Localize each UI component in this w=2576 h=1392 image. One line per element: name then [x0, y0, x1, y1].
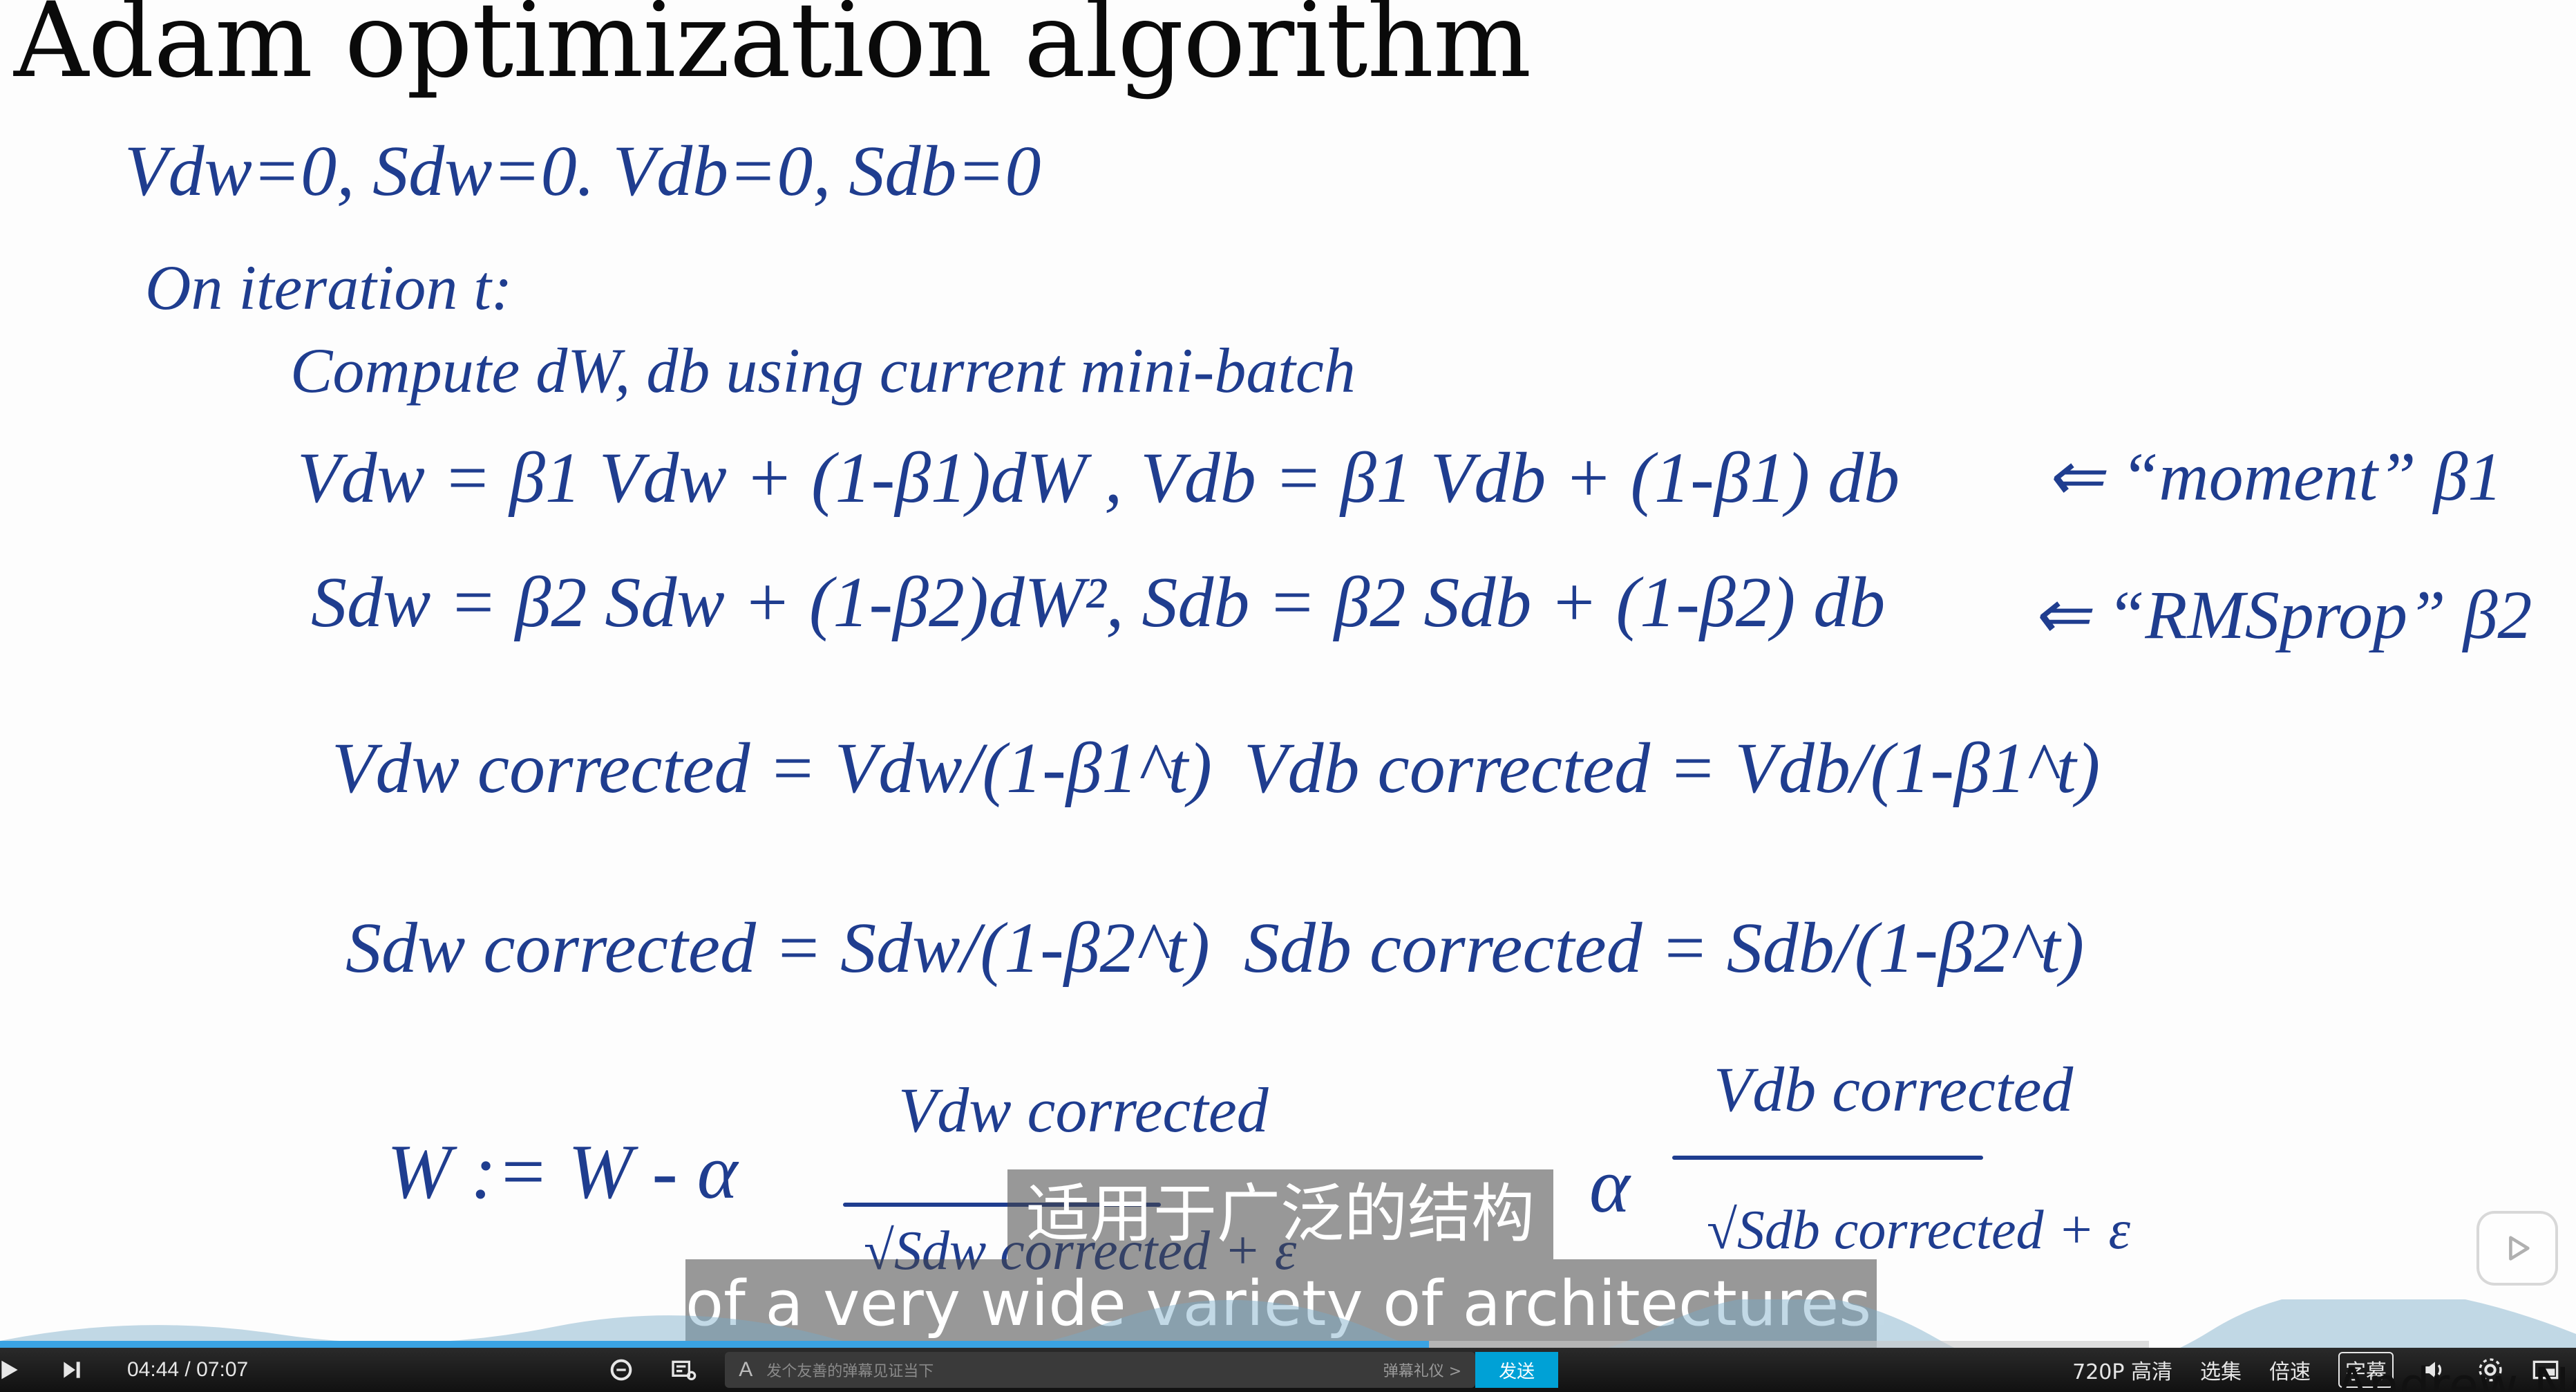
math-alpha: α: [1589, 1143, 1630, 1229]
video-frame[interactable]: Adam optimization algorithm Vdw=0, Sdw=0…: [0, 0, 2576, 1392]
math-s-corrected-dw: Sdw corrected = Sdw/(1-β2^t): [345, 908, 1210, 988]
progress-bar[interactable]: [0, 1341, 2149, 1348]
skip-next-icon: [64, 1362, 80, 1378]
send-button[interactable]: 发送: [1475, 1352, 1559, 1388]
play-button[interactable]: [0, 1348, 23, 1392]
speed-button[interactable]: 倍速: [2269, 1355, 2311, 1385]
total-time: 07:07: [196, 1358, 249, 1381]
player-control-bar: 04:44 / 07:07 A 发个友善的弹幕见证当下 弹幕礼仪 > 发送 72…: [0, 1348, 2576, 1392]
floating-play-button[interactable]: [2476, 1211, 2558, 1286]
math-w-update: W := W - α: [387, 1129, 738, 1215]
episodes-button[interactable]: 选集: [2200, 1355, 2242, 1385]
progress-fill: [0, 1341, 1430, 1348]
math-v-update: Vdw = β1 Vdw + (1-β1)dW , Vdb = β1 Vdb +…: [297, 438, 1900, 518]
danmaku-placeholder: 发个友善的弹幕见证当下: [766, 1363, 934, 1380]
time-display: 04:44 / 07:07: [127, 1358, 248, 1382]
math-momentum-note: ⇐ “moment” β1: [2045, 438, 2503, 515]
math-b-denominator: √Sdb corrected + ε: [1707, 1200, 2130, 1261]
math-b-numerator: Vdb corrected: [1714, 1054, 2074, 1125]
math-rmsprop-note: ⇐ “RMSprop” β2: [2032, 576, 2532, 653]
b-fraction-line: [1672, 1156, 1983, 1160]
next-button[interactable]: [58, 1348, 86, 1392]
math-v-corrected-db: Vdb corrected = Vdb/(1-β1^t): [1244, 728, 2101, 808]
math-s-corrected-db: Sdb corrected = Sdb/(1-β2^t): [1244, 908, 2085, 988]
math-iteration: On iteration t:: [145, 252, 513, 323]
quality-selector[interactable]: 720P 高清: [2072, 1355, 2172, 1385]
danmaku-icon: [610, 1359, 632, 1381]
math-compute: Compute dW, db using current mini-batch: [290, 335, 1356, 406]
danmaku-settings-icon: [672, 1360, 697, 1380]
presenter-watermark: Andrew Ng: [2336, 1357, 2576, 1392]
play-icon: [1, 1360, 18, 1380]
danmaku-font-button[interactable]: A: [739, 1358, 752, 1382]
danmaku-input[interactable]: A 发个友善的弹幕见证当下 弹幕礼仪 >: [725, 1352, 1476, 1388]
current-time: 04:44: [127, 1358, 180, 1381]
math-init: Vdw=0, Sdw=0. Vdb=0, Sdb=0: [124, 131, 1041, 211]
subtitle-chinese: 适用于广泛的结构: [1007, 1169, 1553, 1259]
math-w-numerator: Vdw corrected: [898, 1075, 1269, 1145]
math-s-update: Sdw = β2 Sdw + (1-β2)dW², Sdb = β2 Sdb +…: [311, 563, 1886, 642]
danmaku-etiquette-link[interactable]: 弹幕礼仪 >: [1383, 1359, 1461, 1381]
danmaku-toggle[interactable]: [607, 1348, 635, 1392]
play-icon: [2509, 1236, 2530, 1261]
math-v-corrected-dw: Vdw corrected = Vdw/(1-β1^t): [332, 728, 1212, 808]
slide-title: Adam optimization algorithm: [14, 0, 1531, 101]
time-separator: /: [184, 1358, 191, 1381]
danmaku-settings[interactable]: [670, 1348, 697, 1392]
